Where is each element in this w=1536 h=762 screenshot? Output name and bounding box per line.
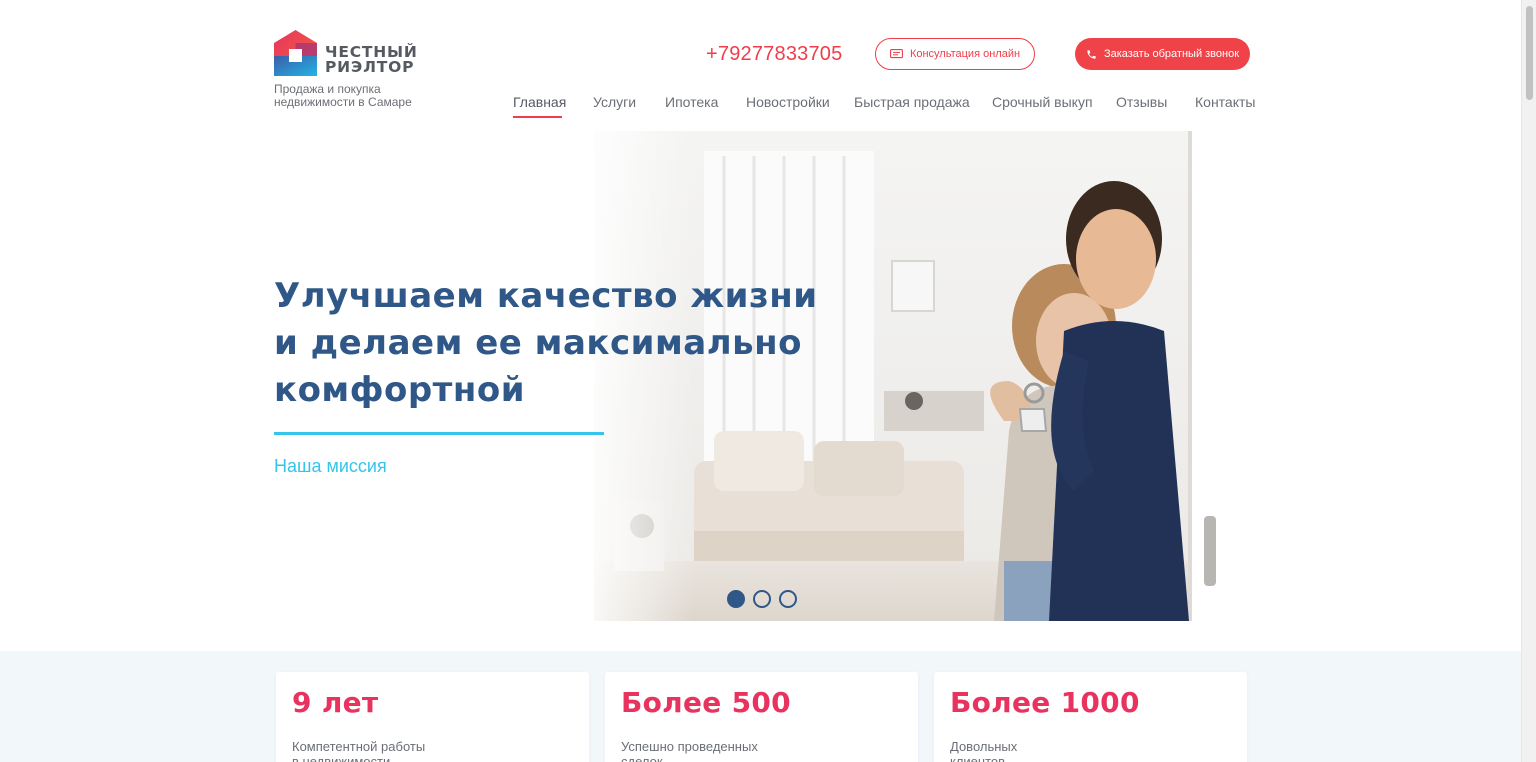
nav-item-services[interactable]: Услуги: [593, 94, 636, 110]
nav-item-contacts[interactable]: Контакты: [1195, 94, 1255, 110]
main-nav: Главная Услуги Ипотека Новостройки Быстр…: [513, 94, 1255, 120]
stat-card: 9 лет Компетентной работы в недвижимости: [276, 672, 589, 762]
slider-dots: [727, 590, 797, 608]
stat-description: Компетентной работы в недвижимости: [292, 739, 492, 762]
logo-tagline: Продажа и покупка недвижимости в Самаре: [274, 83, 424, 109]
stat-card: Более 1000 Довольных клиентов: [934, 672, 1247, 762]
tagline-line2: недвижимости в Самаре: [274, 95, 412, 109]
stat-description: Довольных клиентов: [950, 739, 1150, 762]
stat-text-line2: сделок: [621, 754, 663, 762]
logo-wordmark: ЧЕСТНЫЙ РИЭЛТОР: [325, 44, 418, 76]
nav-item-home[interactable]: Главная: [513, 94, 566, 110]
hero-title-line1: Улучшаем качество жизни: [274, 276, 818, 316]
nav-item-new-buildings[interactable]: Новостройки: [746, 94, 830, 110]
consult-button-label: Консультация онлайн: [909, 48, 1021, 60]
hero-title-line3: комфортной: [274, 370, 526, 410]
site-logo[interactable]: ЧЕСТНЫЙ РИЭЛТОР Продажа и покупка недвиж…: [274, 30, 434, 110]
phone-icon: [1087, 49, 1096, 59]
hero-title-line2: и делаем ее максимально: [274, 323, 802, 363]
slider-dot-3[interactable]: [779, 590, 797, 608]
chat-icon: [890, 48, 903, 58]
phone-link[interactable]: +79277833705: [706, 43, 842, 66]
stat-text-line1: Компетентной работы: [292, 739, 426, 754]
hero-slider: Улучшаем качество жизни и делаем ее макс…: [274, 131, 1256, 621]
stat-text-line1: Успешно проведенных: [621, 739, 758, 754]
our-mission-link[interactable]: Наша миссия: [274, 456, 387, 477]
hero-divider: [274, 432, 604, 435]
stat-text-line1: Довольных: [950, 739, 1018, 754]
nav-active-underline: [513, 116, 562, 118]
nav-item-quick-sale[interactable]: Быстрая продажа: [854, 94, 970, 110]
stat-number: Более 500: [621, 686, 791, 719]
page-scrollbar[interactable]: [1521, 0, 1536, 762]
slider-dot-2[interactable]: [753, 590, 771, 608]
stat-number: Более 1000: [950, 686, 1140, 719]
callback-button[interactable]: Заказать обратный звонок: [1075, 38, 1250, 70]
stat-description: Успешно проведенных сделок: [621, 739, 821, 762]
nav-item-urgent-buyout[interactable]: Срочный выкуп: [992, 94, 1093, 110]
logo-name-line2: РИЭЛТОР: [325, 58, 415, 76]
stat-number: 9 лет: [292, 686, 379, 719]
slider-dot-1[interactable]: [727, 590, 745, 608]
hero-title: Улучшаем качество жизни и делаем ее макс…: [274, 273, 834, 414]
stat-text-line2: клиентов: [950, 754, 1006, 762]
stat-text-line2: в недвижимости: [292, 754, 391, 762]
nav-item-reviews[interactable]: Отзывы: [1116, 94, 1167, 110]
callback-button-label: Заказать обратный звонок: [1103, 48, 1240, 60]
consult-online-button[interactable]: Консультация онлайн: [875, 38, 1035, 70]
stat-card: Более 500 Успешно проведенных сделок: [605, 672, 918, 762]
scrollbar-thumb[interactable]: [1526, 6, 1533, 100]
house-logo-icon: [274, 30, 317, 76]
nav-item-mortgage[interactable]: Ипотека: [665, 94, 718, 110]
